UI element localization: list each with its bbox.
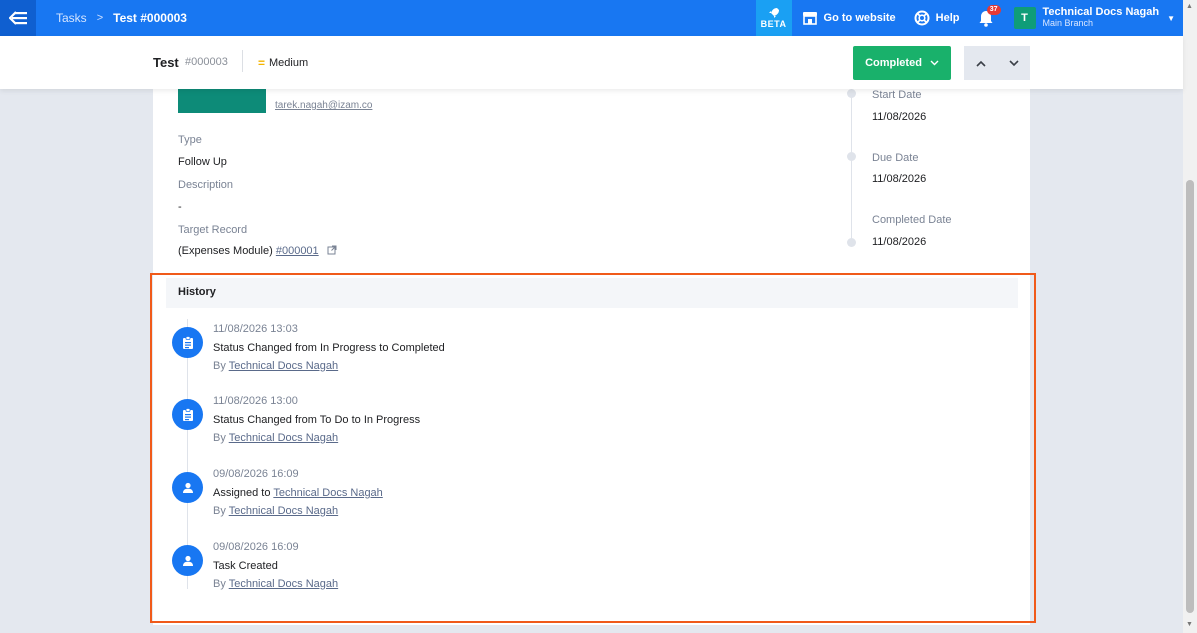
type-label: Type (178, 134, 202, 146)
by-prefix: By (213, 360, 226, 372)
clipboard-icon (172, 327, 203, 358)
chevron-down-icon (1008, 59, 1019, 66)
description-value: - (178, 201, 182, 213)
top-navigation-bar: Tasks > Test #000003 BETA Go to website … (0, 0, 1183, 36)
history-date: 09/08/2026 16:09 (213, 468, 299, 480)
history-user-link[interactable]: Technical Docs Nagah (229, 432, 338, 444)
external-link-icon[interactable] (327, 245, 337, 255)
task-header: Test #000003 = Medium Completed (0, 36, 1183, 89)
start-date-label: Start Date (872, 89, 922, 101)
history-by: By Technical Docs Nagah (213, 360, 338, 372)
due-date-value: 11/08/2026 (872, 173, 927, 185)
go-to-website-button[interactable]: Go to website (802, 11, 896, 25)
target-module: (Expenses Module) (178, 245, 273, 257)
go-to-website-label: Go to website (823, 12, 896, 24)
notifications-button[interactable]: 37 (978, 4, 1001, 27)
by-prefix: By (213, 505, 226, 517)
history-by: By Technical Docs Nagah (213, 578, 338, 590)
account-menu[interactable]: T Technical Docs Nagah Main Branch ▼ (1013, 6, 1175, 29)
breadcrumb-separator: > (96, 12, 104, 24)
history-entry: 09/08/2026 16:09 Assigned to Technical D… (172, 468, 872, 518)
history-section-header: History (166, 278, 1018, 308)
assignee-email-link[interactable]: tarek.nagah@izam.co (275, 100, 372, 111)
history-user-link[interactable]: Technical Docs Nagah (229, 505, 338, 517)
history-entry: 11/08/2026 13:00 Status Changed from To … (172, 395, 872, 445)
clipboard-icon (172, 399, 203, 430)
completed-date-label: Completed Date (872, 214, 952, 226)
history-by: By Technical Docs Nagah (213, 505, 338, 517)
timeline-dot (847, 152, 856, 161)
task-details-card: tarek.nagah@izam.co Type Follow Up Descr… (153, 89, 1030, 625)
account-branch: Main Branch (1042, 18, 1094, 28)
beta-label: BETA (760, 19, 787, 29)
history-text-prefix: Assigned to (213, 487, 271, 499)
priority-equals-icon: = (258, 56, 266, 70)
history-user-link[interactable]: Technical Docs Nagah (229, 360, 338, 372)
previous-task-button[interactable] (964, 46, 997, 80)
caret-down-icon: ▼ (1167, 13, 1175, 23)
page-scrollbar[interactable]: ▲ ▼ (1183, 0, 1197, 633)
by-prefix: By (213, 432, 226, 444)
history-title: History (178, 286, 216, 298)
chevron-down-icon (930, 60, 939, 66)
menu-toggle-button[interactable] (0, 0, 36, 36)
description-label: Description (178, 179, 234, 191)
rocket-icon (768, 8, 779, 18)
dates-timeline-line (851, 89, 852, 242)
avatar: T (1013, 7, 1036, 29)
breadcrumb: Tasks > Test #000003 (56, 11, 187, 25)
scroll-down-icon[interactable]: ▼ (1186, 621, 1193, 628)
task-number: #000003 (185, 56, 228, 68)
breadcrumb-tasks-link[interactable]: Tasks (56, 11, 87, 25)
menu-collapse-icon (9, 11, 27, 25)
due-date-label: Due Date (872, 152, 919, 164)
status-dropdown-button[interactable]: Completed (853, 46, 951, 80)
help-label: Help (935, 12, 960, 24)
user-icon (172, 545, 203, 576)
user-icon (172, 472, 203, 503)
history-entry: 09/08/2026 16:09 Task Created By Technic… (172, 541, 872, 591)
status-label: Completed (865, 57, 922, 69)
help-button[interactable]: Help (914, 10, 960, 26)
history-text: Status Changed from In Progress to Compl… (213, 342, 445, 354)
account-name: Technical Docs Nagah (1042, 6, 1160, 18)
by-prefix: By (213, 578, 226, 590)
completed-date-value: 11/08/2026 (872, 236, 927, 248)
next-task-button[interactable] (997, 46, 1030, 80)
assignee-avatar (178, 89, 266, 113)
timeline-dot (847, 238, 856, 247)
target-record-label: Target Record (178, 224, 248, 236)
history-entry: 11/08/2026 13:03 Status Changed from In … (172, 323, 872, 373)
storefront-icon (802, 12, 817, 25)
lifebuoy-icon (914, 10, 930, 26)
breadcrumb-current: Test #000003 (113, 11, 187, 25)
assigned-user-link[interactable]: Technical Docs Nagah (273, 487, 382, 499)
history-date: 09/08/2026 16:09 (213, 541, 299, 553)
beta-button[interactable]: BETA (755, 0, 792, 36)
priority-indicator: = Medium (258, 56, 308, 70)
chevron-up-icon (975, 60, 986, 67)
history-by: By Technical Docs Nagah (213, 432, 338, 444)
history-text: Task Created (213, 560, 278, 572)
target-record-value: (Expenses Module) #000001 (178, 245, 337, 257)
history-text: Status Changed from To Do to In Progress (213, 414, 421, 426)
type-value: Follow Up (178, 156, 227, 168)
scroll-up-icon[interactable]: ▲ (1186, 3, 1193, 10)
timeline-dot (847, 89, 856, 98)
notification-count-badge: 37 (986, 4, 1001, 15)
history-date: 11/08/2026 13:03 (213, 323, 298, 335)
task-title: Test (153, 55, 179, 70)
history-user-link[interactable]: Technical Docs Nagah (229, 578, 338, 590)
target-record-link[interactable]: #000001 (276, 245, 319, 257)
priority-label: Medium (269, 57, 309, 69)
scrollbar-thumb[interactable] (1186, 180, 1194, 613)
history-date: 11/08/2026 13:00 (213, 395, 298, 407)
history-text: Assigned to Technical Docs Nagah (213, 487, 383, 499)
header-divider (242, 50, 243, 72)
start-date-value: 11/08/2026 (872, 111, 927, 123)
